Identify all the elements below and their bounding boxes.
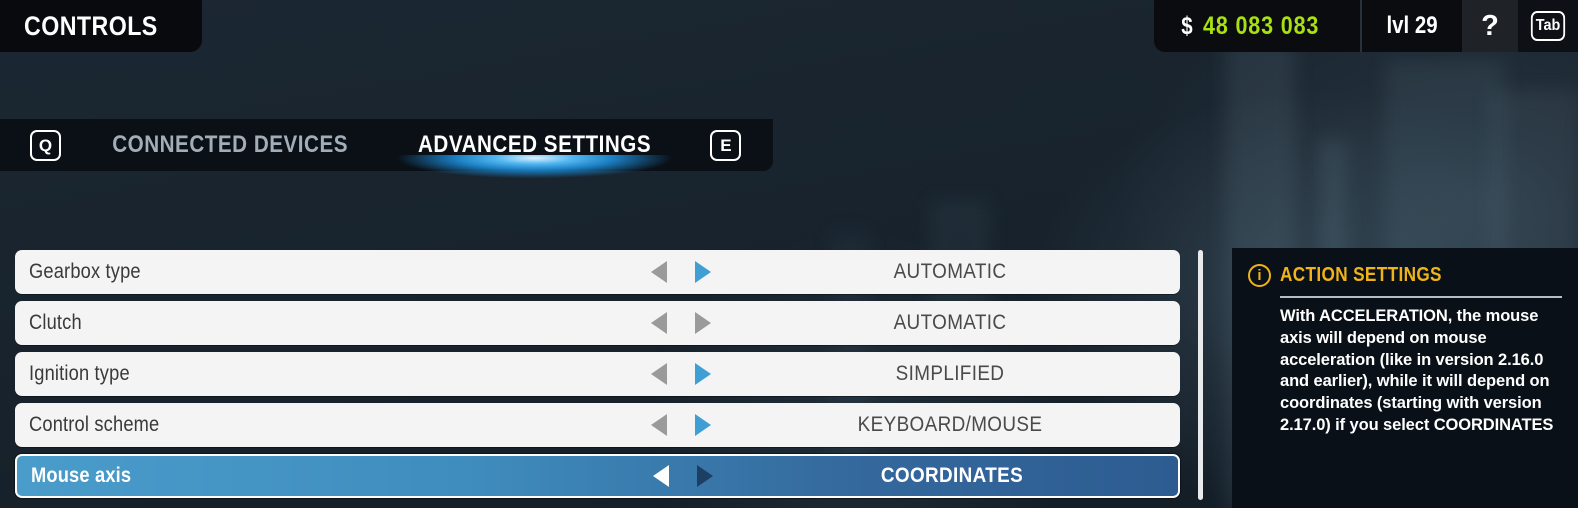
prev-value-arrow-icon[interactable] — [651, 363, 667, 385]
question-mark-icon: ? — [1481, 9, 1499, 42]
setting-row-clutch[interactable]: Clutch AUTOMATIC — [15, 301, 1180, 345]
info-panel-title: ACTION SETTINGS — [1280, 264, 1442, 286]
setting-row-ignition-type[interactable]: Ignition type SIMPLIFIED — [15, 352, 1180, 396]
info-panel-header: i ACTION SETTINGS — [1248, 264, 1562, 287]
tab-key-button[interactable]: Tab — [1518, 0, 1578, 52]
setting-value: AUTOMATIC — [893, 311, 1007, 334]
value-stepper — [651, 312, 711, 334]
money-display: $ 48 083 083 — [1153, 0, 1362, 52]
setting-label: Gearbox type — [29, 260, 141, 283]
tab-advanced-settings-label: ADVANCED SETTINGS — [418, 131, 652, 158]
tab-connected-devices[interactable]: CONNECTED DEVICES — [77, 119, 383, 171]
prev-value-arrow-icon[interactable] — [651, 414, 667, 436]
prev-value-arrow-icon[interactable] — [651, 312, 667, 334]
setting-value: KEYBOARD/MOUSE — [857, 413, 1043, 436]
setting-label: Control scheme — [29, 413, 160, 436]
next-value-arrow-icon[interactable] — [697, 465, 713, 487]
prev-tab-key[interactable]: Q — [14, 119, 77, 171]
next-value-arrow-icon[interactable] — [695, 261, 711, 283]
setting-value: SIMPLIFIED — [895, 362, 1005, 385]
next-value-arrow-icon[interactable] — [695, 414, 711, 436]
help-button[interactable]: ? — [1462, 0, 1518, 52]
settings-list: Gearbox type AUTOMATIC Clutch AUTOMATIC … — [15, 250, 1180, 498]
top-bar: CONTROLS $ 48 083 083 lvl 29 ? Tab — [0, 0, 1578, 52]
setting-row-control-scheme[interactable]: Control scheme KEYBOARD/MOUSE — [15, 403, 1180, 447]
currency-icon: $ — [1181, 11, 1193, 40]
next-value-arrow-icon[interactable] — [695, 363, 711, 385]
page-title: CONTROLS — [0, 0, 202, 52]
setting-row-gearbox-type[interactable]: Gearbox type AUTOMATIC — [15, 250, 1180, 294]
q-key-icon: Q — [30, 129, 61, 161]
setting-value: AUTOMATIC — [893, 260, 1007, 283]
level-display: lvl 29 — [1361, 0, 1462, 52]
info-circle-icon: i — [1248, 264, 1271, 287]
setting-label: Ignition type — [29, 362, 130, 385]
value-stepper — [651, 363, 711, 385]
tab-advanced-settings[interactable]: ADVANCED SETTINGS — [365, 119, 705, 181]
settings-scrollbar[interactable] — [1198, 250, 1203, 500]
prev-value-arrow-icon[interactable] — [651, 261, 667, 283]
hud: $ 48 083 083 lvl 29 ? Tab — [1153, 0, 1578, 52]
tab-key-icon: Tab — [1530, 11, 1566, 41]
setting-label: Mouse axis — [31, 464, 132, 487]
info-panel-divider — [1280, 296, 1562, 298]
page-title-label: CONTROLS — [24, 10, 158, 41]
money-amount: 48 083 083 — [1202, 11, 1320, 40]
setting-value: COORDINATES — [880, 464, 1024, 487]
info-panel-body: With ACCELERATION, the mouse axis will d… — [1280, 307, 1554, 434]
value-stepper — [653, 465, 713, 487]
next-value-arrow-icon[interactable] — [695, 312, 711, 334]
value-stepper — [651, 414, 711, 436]
value-stepper — [651, 261, 711, 283]
tab-connected-devices-label: CONNECTED DEVICES — [112, 131, 349, 158]
setting-label: Clutch — [29, 311, 82, 334]
tab-bar: Q CONNECTED DEVICES ADVANCED SETTINGS E — [0, 119, 774, 181]
scrollbar-thumb[interactable] — [1198, 250, 1203, 500]
next-tab-key[interactable]: E — [694, 119, 757, 171]
setting-row-mouse-axis[interactable]: Mouse axis COORDINATES — [15, 454, 1180, 498]
level-label: lvl 29 — [1386, 12, 1438, 39]
info-panel: i ACTION SETTINGS With ACCELERATION, the… — [1232, 248, 1578, 508]
prev-value-arrow-icon[interactable] — [653, 465, 669, 487]
e-key-icon: E — [710, 129, 742, 161]
